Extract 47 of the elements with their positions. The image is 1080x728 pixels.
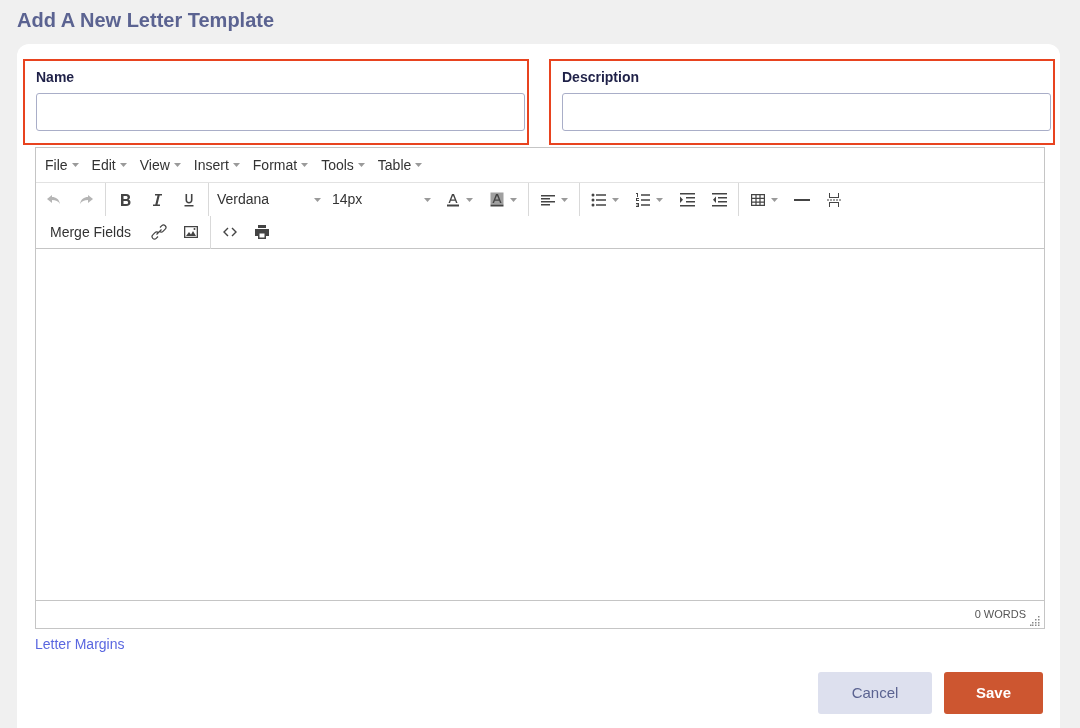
caret-icon [232, 163, 240, 167]
table-icon [750, 191, 766, 208]
menu-item[interactable]: Format [247, 152, 314, 178]
cancel-button[interactable]: Cancel [818, 672, 932, 714]
caret-icon [771, 197, 778, 202]
page-break-icon [826, 191, 842, 208]
caret-icon [71, 163, 79, 167]
word-count: 0 WORDS [974, 607, 1026, 623]
text-color-icon [445, 191, 461, 208]
caret-icon [656, 197, 663, 202]
menu-item[interactable]: Edit [86, 152, 132, 178]
field-label: Description [562, 68, 640, 87]
merge-fields-button[interactable]: Merge Fields [38, 218, 143, 246]
caret-icon [415, 163, 423, 167]
image-icon [182, 224, 199, 240]
menu-item[interactable]: File [40, 152, 84, 178]
caret-icon [357, 163, 365, 167]
numbered-list-icon [635, 191, 651, 208]
print-icon [253, 224, 270, 240]
font-family-select[interactable]: Verdana [212, 185, 327, 214]
save-button[interactable]: Save [944, 672, 1043, 714]
indent-icon [679, 191, 695, 208]
menu-item[interactable]: Table [372, 152, 428, 178]
resize-handle-icon[interactable] [1030, 616, 1040, 626]
input-field[interactable] [36, 93, 525, 131]
highlight-color-icon [489, 191, 505, 208]
field-label: Name [36, 68, 76, 87]
caret-icon [561, 197, 568, 202]
bulleted-list-icon [591, 191, 607, 208]
menu-item[interactable]: Tools [316, 152, 370, 178]
caret-icon [314, 197, 321, 202]
caret-icon [173, 163, 181, 167]
caret-icon [301, 163, 309, 167]
menu-item[interactable]: View [134, 152, 186, 178]
menu-item[interactable]: Insert [188, 152, 245, 178]
letter-margins-link[interactable]: Letter Margins [35, 636, 125, 652]
outdent-icon [711, 191, 727, 208]
page-title: Add A New Letter Template [17, 8, 276, 33]
caret-icon [466, 197, 473, 202]
horizontal-line-icon [794, 198, 810, 201]
font-size-select[interactable]: 14px [327, 185, 437, 214]
caret-icon [510, 197, 517, 202]
caret-icon [612, 197, 619, 202]
caret-icon [424, 197, 431, 202]
input-field[interactable] [562, 93, 1051, 131]
caret-icon [119, 163, 127, 167]
link-icon [150, 224, 167, 240]
